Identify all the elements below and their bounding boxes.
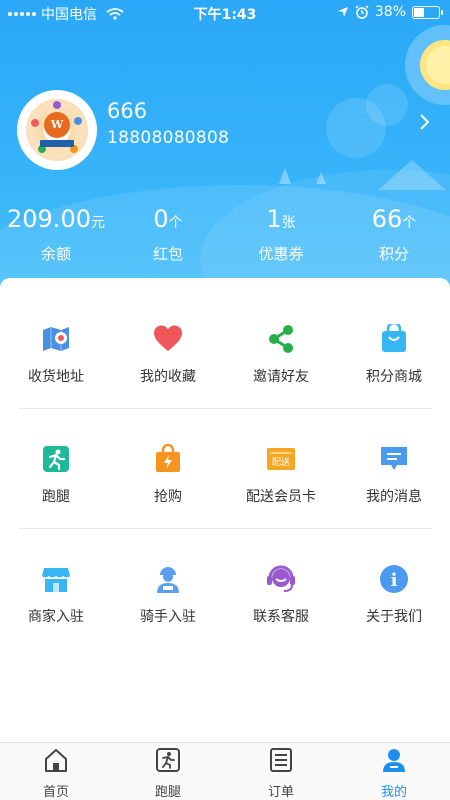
avatar[interactable]: W bbox=[17, 90, 97, 170]
chevron-right-icon[interactable] bbox=[418, 112, 432, 132]
mountain-decoration bbox=[378, 160, 446, 190]
battery-percent: 38% bbox=[374, 4, 406, 20]
errand-icon bbox=[156, 748, 180, 772]
tab-home[interactable]: 首页 bbox=[0, 747, 112, 800]
menu-item-label: 联系客服 bbox=[253, 609, 309, 625]
location-arrow-icon bbox=[337, 7, 348, 17]
stat-value: 66 bbox=[371, 205, 403, 233]
stat-unit: 个 bbox=[168, 215, 183, 231]
tab-mine[interactable]: 我的 bbox=[338, 747, 450, 800]
info-icon: i bbox=[380, 565, 408, 593]
menu-item-label: 抢购 bbox=[154, 489, 182, 505]
stat-label: 优惠券 bbox=[258, 245, 304, 263]
battery-icon bbox=[412, 5, 443, 19]
menu-item-label: 我的收藏 bbox=[140, 369, 196, 385]
stat-coupon[interactable]: 1张 优惠券 bbox=[225, 205, 337, 264]
menu-item-label: 积分商城 bbox=[366, 369, 422, 385]
menu-item-label: 骑手入驻 bbox=[140, 609, 196, 625]
flash-bag-icon bbox=[156, 443, 180, 472]
header-decoration-bubble bbox=[366, 84, 408, 126]
runner-icon bbox=[43, 446, 69, 472]
menu-item-messages[interactable]: 我的消息 bbox=[338, 444, 450, 506]
user-name: 666 bbox=[107, 99, 148, 123]
profile-header: 中国电信 下午1:43 38% W 666 18808080808 209.00… bbox=[0, 0, 450, 300]
menu-item-label: 收货地址 bbox=[28, 369, 84, 385]
bottom-tab-bar: 首页 跑腿 订单 我的 bbox=[0, 742, 450, 800]
menu-row: 跑腿 抢购 配送 配送会员卡 我的消息 bbox=[0, 443, 450, 514]
menu-panel: 收货地址 我的收藏 邀请好友 积分商城 跑腿 抢购 配送 配送会员卡 我的消息 … bbox=[0, 278, 450, 743]
menu-item-customer-service[interactable]: 联系客服 bbox=[225, 564, 337, 626]
delivery-card-icon: 配送 bbox=[267, 448, 295, 470]
menu-item-label: 关于我们 bbox=[366, 609, 422, 625]
tab-label: 我的 bbox=[380, 785, 407, 800]
menu-item-invite[interactable]: 邀请好友 bbox=[225, 324, 337, 386]
menu-item-label: 商家入驻 bbox=[28, 609, 84, 625]
map-pin-icon bbox=[43, 327, 69, 351]
rider-icon bbox=[157, 567, 179, 593]
account-stats: 209.00元 余额 0个 红包 1张 优惠券 66个 积分 bbox=[0, 205, 450, 265]
menu-item-label: 跑腿 bbox=[42, 489, 70, 505]
message-icon bbox=[381, 447, 407, 470]
tab-errand[interactable]: 跑腿 bbox=[112, 747, 224, 800]
avatar-badge: W bbox=[44, 112, 70, 138]
tab-label: 首页 bbox=[42, 785, 69, 800]
stat-unit: 元 bbox=[90, 215, 105, 231]
tab-label: 订单 bbox=[267, 785, 294, 800]
stat-unit: 个 bbox=[402, 215, 417, 231]
menu-item-about-us[interactable]: i 关于我们 bbox=[338, 564, 450, 626]
order-list-icon bbox=[270, 748, 292, 772]
status-bar: 中国电信 下午1:43 38% bbox=[0, 0, 450, 26]
headset-icon bbox=[267, 565, 295, 592]
stat-label: 余额 bbox=[40, 245, 71, 263]
stat-points[interactable]: 66个 积分 bbox=[338, 205, 450, 264]
stat-value: 209.00 bbox=[7, 205, 91, 233]
share-icon bbox=[269, 325, 293, 353]
menu-item-rider-join[interactable]: 骑手入驻 bbox=[112, 564, 224, 626]
menu-item-label: 邀请好友 bbox=[253, 369, 309, 385]
menu-item-flash-sale[interactable]: 抢购 bbox=[112, 443, 224, 506]
menu-item-points-mall[interactable]: 积分商城 bbox=[338, 321, 450, 386]
stat-label: 红包 bbox=[152, 245, 183, 263]
alarm-clock-icon bbox=[355, 5, 369, 19]
stat-value: 1 bbox=[266, 205, 282, 233]
info-icon-glyph: i bbox=[391, 570, 398, 591]
menu-item-label: 我的消息 bbox=[366, 489, 422, 505]
menu-item-delivery-card[interactable]: 配送 配送会员卡 bbox=[225, 444, 337, 506]
tree-icon bbox=[279, 168, 291, 184]
menu-item-address[interactable]: 收货地址 bbox=[0, 324, 112, 386]
delivery-card-icon-text: 配送 bbox=[272, 456, 290, 468]
avatar-logo-icon: W bbox=[26, 99, 88, 161]
menu-row: 收货地址 我的收藏 邀请好友 积分商城 bbox=[0, 321, 450, 394]
menu-divider bbox=[18, 528, 432, 529]
user-phone: 18808080808 bbox=[107, 128, 230, 148]
tree-icon bbox=[316, 172, 326, 184]
battery-level bbox=[414, 7, 424, 17]
profile-screen: 中国电信 下午1:43 38% W 666 18808080808 209.00… bbox=[0, 0, 450, 800]
menu-row: 商家入驻 骑手入驻 联系客服 i 关于我们 bbox=[0, 564, 450, 634]
tab-label: 跑腿 bbox=[154, 785, 181, 800]
profile-icon bbox=[383, 749, 405, 772]
store-icon bbox=[42, 568, 70, 592]
stat-balance[interactable]: 209.00元 余额 bbox=[0, 205, 112, 264]
menu-item-favorites[interactable]: 我的收藏 bbox=[112, 324, 224, 386]
menu-divider bbox=[18, 408, 432, 409]
stat-value: 0 bbox=[153, 205, 169, 233]
stat-unit: 张 bbox=[281, 215, 296, 231]
menu-item-errand[interactable]: 跑腿 bbox=[0, 444, 112, 506]
heart-icon bbox=[154, 325, 182, 351]
avatar-logo-caption bbox=[40, 140, 74, 147]
stat-label: 积分 bbox=[378, 245, 409, 263]
stat-red-packet[interactable]: 0个 红包 bbox=[112, 205, 224, 264]
shopping-bag-icon bbox=[382, 321, 406, 352]
menu-item-merchant-join[interactable]: 商家入驻 bbox=[0, 564, 112, 626]
home-icon bbox=[45, 749, 67, 772]
tab-orders[interactable]: 订单 bbox=[225, 747, 337, 800]
menu-item-label: 配送会员卡 bbox=[246, 489, 316, 505]
